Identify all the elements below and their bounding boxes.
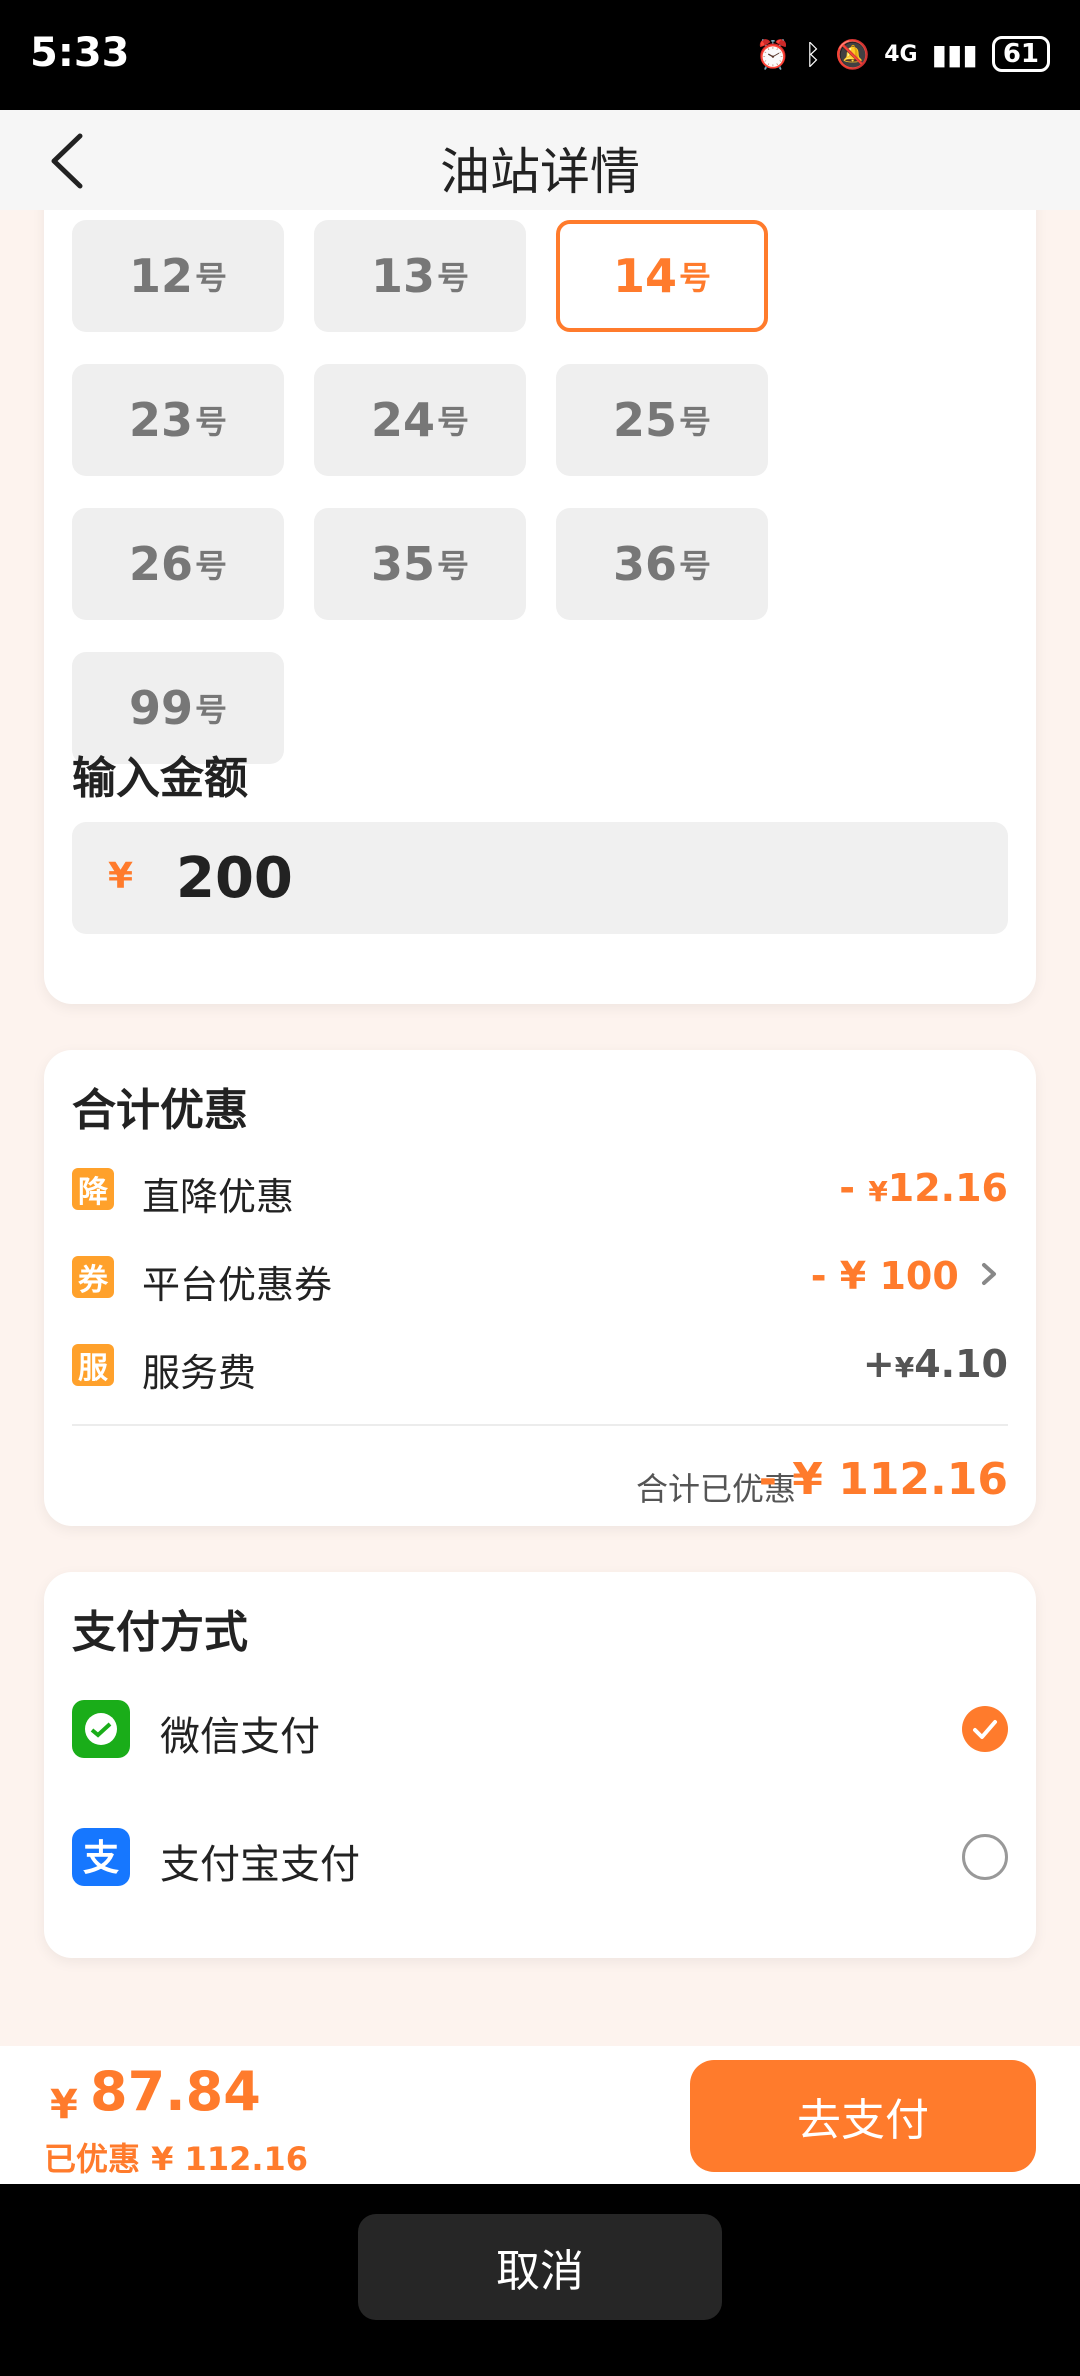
fee-label: 服务费 (142, 1351, 257, 1395)
coupon-badge-icon: 券 (72, 1256, 114, 1298)
radio-unchecked-icon[interactable] (962, 1834, 1008, 1880)
bottom-bar: ¥ 87.84 已优惠 ¥ 112.16 去支付 (0, 2046, 1080, 2184)
payment-label: 微信支付 (160, 1714, 320, 1760)
nozzle-option[interactable]: 36 号 (556, 508, 768, 620)
nozzle-number: 12 (128, 249, 193, 303)
payment-option-wechat[interactable]: 微信支付 (72, 1688, 1008, 1768)
dim-overlay: 取消 (0, 2184, 1080, 2376)
nozzle-number: 13 (370, 249, 435, 303)
battery-icon: 61 (991, 36, 1050, 72)
radio-checked-icon[interactable] (962, 1706, 1008, 1752)
bluetooth-icon: ᛒ (804, 37, 822, 71)
nozzle-unit: 号 (679, 259, 712, 297)
total-discount-value: - ¥ 112.16 (758, 1454, 1008, 1505)
payment-card: 支付方式 微信支付 支 支付宝支付 (44, 1572, 1036, 1958)
page-title: 油站详情 (440, 143, 640, 201)
nozzle-option[interactable]: 25 号 (556, 364, 768, 476)
battery-level: 61 (1002, 39, 1039, 69)
nozzle-number: 35 (370, 537, 435, 591)
network-label: 4G (884, 41, 918, 67)
nozzle-number: 25 (612, 393, 677, 447)
status-icons: ⏰ ᛒ 🔕 4G ▮▮▮ 61 (756, 36, 1050, 72)
total-amount: 87.84 (90, 2060, 261, 2123)
nozzle-unit: 号 (437, 547, 470, 585)
chevron-right-icon (982, 1263, 996, 1285)
mute-icon: 🔕 (835, 37, 871, 71)
discount-row-fee: 服 服务费 +¥4.10 (72, 1336, 1008, 1396)
currency-symbol: ¥ (108, 856, 134, 897)
nozzle-unit: 号 (195, 547, 228, 585)
header: 油站详情 (0, 110, 1080, 210)
content: 12 号 13 号 14 号 23 号 24 号 25 号 26 号 35 号 36 号 99 号 输入金额 ¥ 20… (0, 210, 1080, 2046)
nozzle-option[interactable]: 26 号 (72, 508, 284, 620)
nozzle-unit: 号 (195, 259, 228, 297)
saved-amount: 已优惠 ¥ 112.16 (44, 2140, 309, 2178)
nozzle-number: 24 (370, 393, 435, 447)
nozzle-unit: 号 (437, 259, 470, 297)
coupon-value: - ¥ 100 (811, 1254, 1000, 1298)
alipay-icon: 支 (72, 1828, 130, 1886)
nozzle-option[interactable]: 35 号 (314, 508, 526, 620)
status-time: 5:33 (30, 30, 130, 76)
amount-value: 200 (176, 846, 293, 911)
nozzle-unit: 号 (679, 403, 712, 441)
fee-value: +¥4.10 (862, 1342, 1008, 1386)
svg-text:支: 支 (83, 1838, 119, 1879)
payment-label: 支付宝支付 (160, 1842, 360, 1888)
nozzle-number: 26 (128, 537, 193, 591)
nozzle-number: 14 (612, 249, 677, 303)
amount-input[interactable]: ¥ 200 (72, 822, 1008, 934)
amount-title: 输入金额 (72, 753, 248, 804)
signal-icon: ▮▮▮ (931, 37, 978, 71)
nozzle-option[interactable]: 24 号 (314, 364, 526, 476)
cancel-button[interactable]: 取消 (358, 2214, 722, 2320)
nozzle-number: 36 (612, 537, 677, 591)
payment-title: 支付方式 (72, 1607, 248, 1658)
discount-value: - ¥12.16 (839, 1166, 1008, 1210)
discount-row-direct: 降 直降优惠 - ¥12.16 (72, 1160, 1008, 1220)
nozzle-number: 23 (128, 393, 193, 447)
nozzle-option[interactable]: 23 号 (72, 364, 284, 476)
nozzle-unit: 号 (195, 691, 228, 729)
divider (72, 1424, 1008, 1426)
nozzle-card: 12 号 13 号 14 号 23 号 24 号 25 号 26 号 35 号 36 号 99 号 输入金额 ¥ 20… (44, 210, 1036, 1004)
nozzle-unit: 号 (437, 403, 470, 441)
fee-badge-icon: 服 (72, 1344, 114, 1386)
status-bar: 5:33 ⏰ ᛒ 🔕 4G ▮▮▮ 61 (0, 0, 1080, 110)
pay-button[interactable]: 去支付 (690, 2060, 1036, 2172)
discount-label: 直降优惠 (142, 1175, 295, 1219)
alarm-icon: ⏰ (755, 37, 791, 71)
total-currency: ¥ (50, 2082, 78, 2128)
discount-card: 合计优惠 降 直降优惠 - ¥12.16 券 平台优惠券 - ¥ 100 服 服… (44, 1050, 1036, 1526)
nozzle-number: 99 (128, 681, 193, 735)
payment-option-alipay[interactable]: 支 支付宝支付 (72, 1816, 1008, 1896)
wechat-pay-icon (72, 1700, 130, 1758)
nozzle-option[interactable]: 14 号 (556, 220, 768, 332)
discount-row-coupon[interactable]: 券 平台优惠券 - ¥ 100 (72, 1248, 1008, 1308)
nozzle-option[interactable]: 12 号 (72, 220, 284, 332)
nozzle-unit: 号 (679, 547, 712, 585)
discount-badge-icon: 降 (72, 1168, 114, 1210)
nozzle-unit: 号 (195, 403, 228, 441)
nozzle-option[interactable]: 13 号 (314, 220, 526, 332)
discount-title: 合计优惠 (72, 1085, 248, 1136)
coupon-label: 平台优惠券 (142, 1263, 333, 1307)
